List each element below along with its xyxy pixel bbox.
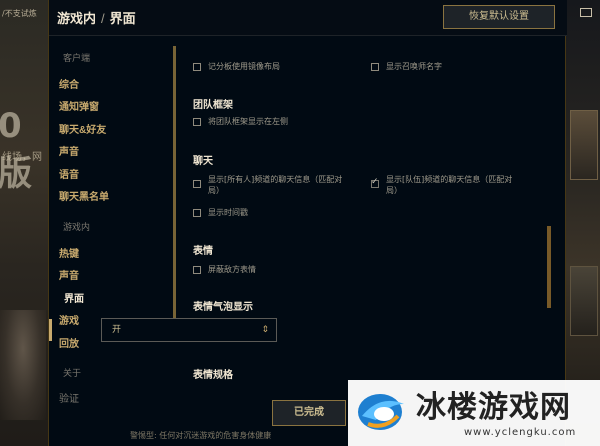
- checkbox-box[interactable]: [193, 180, 201, 188]
- checkbox-label: 显示时间戳: [208, 208, 248, 217]
- settings-content: 记分板使用镜像布局 显示召唤师名字 团队框架 将团队框架显示在左侧 聊天 显示[…: [189, 36, 549, 400]
- title-page: 界面: [109, 11, 136, 26]
- background-card: [570, 110, 598, 180]
- section-title-emote-size: 表情规格: [193, 370, 233, 381]
- restore-defaults-button[interactable]: 恢复默认设置: [443, 5, 555, 29]
- sidebar-item-chat-blacklist[interactable]: 聊天黑名单: [59, 188, 109, 203]
- content-scrollbar[interactable]: [547, 226, 551, 308]
- title-bar: 游戏内 / 界面 恢复默认设置: [49, 0, 567, 36]
- dropdown-value: 开: [112, 325, 122, 335]
- done-button[interactable]: 已完成: [272, 400, 346, 426]
- section-title-emotes: 表情: [193, 246, 213, 257]
- settings-sidebar: 客户端 综合 通知弹窗 聊天&好友 声音 语音 聊天黑名单 游戏内 热键 声音 …: [49, 36, 173, 405]
- content-divider: [173, 46, 176, 326]
- sidebar-item-notifications[interactable]: 通知弹窗: [59, 98, 99, 113]
- checkbox-all-chat[interactable]: 显示[所有人]频道的聊天信息（匹配对 局）: [193, 174, 342, 196]
- sidebar-item-verification[interactable]: 验证: [59, 390, 79, 405]
- nav-header-ingame: 游戏内: [63, 223, 91, 233]
- checkbox-label: 将团队框架显示在左侧: [208, 117, 288, 126]
- mail-icon[interactable]: [580, 8, 592, 17]
- chevron-updown-icon: ⇕: [261, 325, 269, 335]
- sidebar-item-ingame-sound[interactable]: 声音: [59, 267, 79, 282]
- nav-header-about: 关于: [63, 369, 82, 379]
- title-section: 游戏内: [57, 11, 97, 26]
- checkbox-box[interactable]: [193, 266, 201, 274]
- section-title-chat: 聊天: [193, 156, 213, 167]
- background-banner-subtext: 线场，网: [2, 152, 42, 163]
- background-card: [570, 266, 598, 336]
- checkbox-label-line: 局）: [208, 186, 224, 195]
- checkbox-label: 记分板使用镜像布局: [208, 62, 280, 71]
- background-client-left: /不支试炼 0版 线场，网: [0, 0, 48, 446]
- sidebar-item-replay[interactable]: 回放: [59, 335, 79, 350]
- checkbox-block-enemy-emotes[interactable]: 屏蔽敌方表情: [193, 264, 256, 275]
- section-title-emote-bubble: 表情气泡显示: [193, 302, 253, 313]
- title-separator: /: [101, 11, 105, 26]
- checkbox-box[interactable]: [371, 63, 379, 71]
- checkbox-label-line: 显示[队伍]频道的聊天信息（匹配对: [386, 175, 513, 184]
- checkbox-box-checked[interactable]: [371, 177, 379, 188]
- sidebar-item-hotkeys[interactable]: 热键: [59, 245, 79, 260]
- checkbox-label-line: 局）: [386, 186, 402, 195]
- active-indicator: [49, 319, 52, 341]
- checkbox-label-line: 显示[所有人]频道的聊天信息（匹配对: [208, 175, 343, 184]
- checkbox-scoreboard-mirror[interactable]: 记分板使用镜像布局: [193, 61, 280, 72]
- sidebar-item-game[interactable]: 游戏: [59, 312, 79, 327]
- watermark-logo-icon: [358, 394, 404, 430]
- page-title: 游戏内 / 界面: [57, 8, 136, 27]
- watermark-url: www.yclengku.com: [464, 427, 577, 438]
- nav-header-client: 客户端: [63, 54, 91, 64]
- sidebar-item-voice[interactable]: 语音: [59, 166, 79, 181]
- checkbox-show-summoner-names[interactable]: 显示召唤师名字: [371, 61, 442, 72]
- checkbox-team-chat[interactable]: 显示[队伍]频道的聊天信息（匹配对局）: [371, 174, 512, 196]
- checkbox-box[interactable]: [193, 63, 201, 71]
- checkbox-label: 显示[队伍]频道的聊天信息（匹配对 局）: [386, 174, 512, 196]
- sidebar-item-chat-friends[interactable]: 聊天&好友: [59, 121, 106, 136]
- section-title-team-frames: 团队框架: [193, 100, 233, 111]
- emote-bubble-dropdown[interactable]: 开 ⇕: [101, 318, 277, 342]
- sidebar-item-sound[interactable]: 声音: [59, 143, 79, 158]
- watermark-title: 冰楼游戏网: [416, 390, 571, 425]
- checkbox-label: 显示召唤师名字: [386, 62, 442, 71]
- checkbox-team-frames-left[interactable]: 将团队框架显示在左侧: [193, 116, 288, 127]
- sidebar-item-interface[interactable]: 界面: [64, 290, 84, 305]
- checkbox-label: 显示[所有人]频道的聊天信息（匹配对 局）: [208, 174, 342, 196]
- footer-note: 警惕型: 任何对沉迷游戏的危害身体健康: [130, 431, 272, 440]
- checkbox-box[interactable]: [193, 118, 201, 126]
- watermark: 冰楼游戏网 www.yclengku.com: [348, 380, 600, 446]
- sidebar-item-general[interactable]: 综合: [59, 76, 79, 91]
- background-champion-art: [0, 310, 46, 420]
- background-corner-text: /不支试炼: [2, 9, 37, 18]
- checkbox-label: 屏蔽敌方表情: [208, 265, 256, 274]
- checkbox-show-timestamps[interactable]: 显示时间戳: [193, 207, 248, 218]
- checkbox-box[interactable]: [193, 209, 201, 217]
